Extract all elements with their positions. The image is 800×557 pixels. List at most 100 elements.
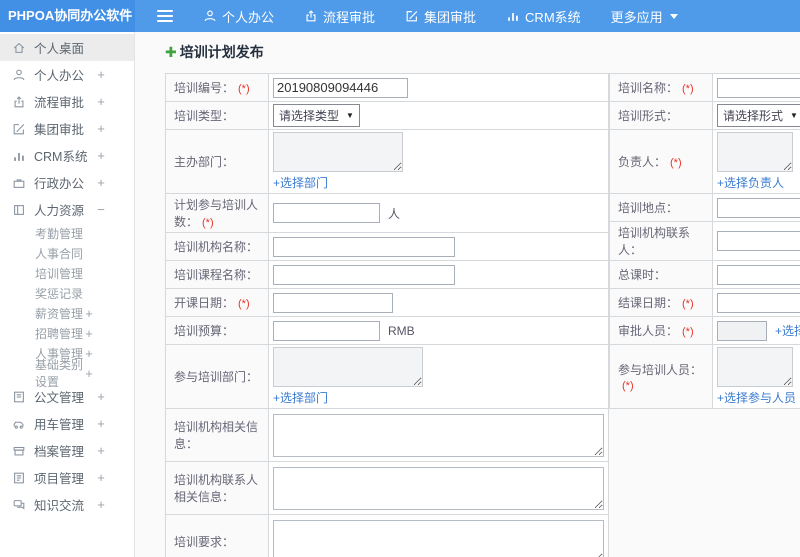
host-department-textarea[interactable] <box>273 132 403 172</box>
sidebar-item-label: 知识交流 <box>34 499 85 513</box>
expand-icon[interactable]: + <box>95 497 107 512</box>
budget-input[interactable] <box>273 320 380 341</box>
expand-icon[interactable]: + <box>95 470 107 485</box>
sidebar-item-process-approval[interactable]: 流程审批 + <box>0 88 134 115</box>
participating-departments-textarea[interactable] <box>273 347 423 387</box>
nav-more-apps[interactable]: 更多应用 <box>611 7 678 26</box>
form-table-right: 培训名称： (*) 培训形式： 请选择形式 ▼ 负责人： (*) +选择负责人 培训地… <box>609 73 800 409</box>
total-hours-input[interactable] <box>717 264 800 285</box>
top-navigation: 个人办公 流程审批 集团审批 CRM系统 更多应用 <box>173 7 678 26</box>
expand-icon[interactable]: + <box>95 148 107 163</box>
start-date-input[interactable] <box>273 292 393 313</box>
sidebar-subitem-base-category[interactable]: 基础类别设置 + <box>0 358 134 389</box>
required-mark: (*) <box>202 217 214 229</box>
planned-participants-input[interactable] <box>273 203 380 223</box>
sidebar-item-documents[interactable]: 公文管理 + <box>0 383 134 410</box>
expand-icon[interactable]: + <box>95 443 107 458</box>
crm-chart-icon <box>508 12 518 21</box>
org-contact-info-textarea[interactable] <box>273 466 604 510</box>
collapse-icon[interactable]: − <box>95 202 107 217</box>
table-row: 培训编号： (*) <box>165 73 609 102</box>
required-mark: (*) <box>682 326 694 338</box>
sidebar-item-crm[interactable]: CRM系统 + <box>0 142 134 169</box>
expand-icon[interactable]: + <box>95 94 107 109</box>
training-id-input[interactable] <box>273 77 408 98</box>
table-row: 参与培训部门： +选择部门 <box>165 344 609 409</box>
select-arrow-icon: ▼ <box>790 111 798 120</box>
select-department-link[interactable]: +选择部门 <box>273 389 604 406</box>
sidebar-item-knowledge[interactable]: 知识交流 + <box>0 491 134 518</box>
nav-crm-system[interactable]: CRM系统 <box>506 7 581 26</box>
org-name-input[interactable] <box>273 236 455 257</box>
expand-icon[interactable]: + <box>95 175 107 190</box>
required-mark: (*) <box>622 380 634 392</box>
sidebar-item-personal-office[interactable]: 个人办公 + <box>0 61 134 88</box>
expand-icon[interactable]: + <box>83 306 95 321</box>
expand-icon[interactable]: + <box>83 346 95 361</box>
expand-icon[interactable]: + <box>95 416 107 431</box>
sidebar-item-group-approval[interactable]: 集团审批 + <box>0 115 134 142</box>
hamburger-menu-icon[interactable] <box>157 7 173 25</box>
nav-item-label: 个人办公 <box>222 9 275 25</box>
user-icon <box>13 69 25 80</box>
nav-personal-office[interactable]: 个人办公 <box>203 7 274 26</box>
sidebar-subitem-label: 培训管理 <box>35 266 84 281</box>
approver-input[interactable] <box>717 320 767 341</box>
select-value: 请选择类型 <box>279 109 340 123</box>
sidebar-subitem-salary[interactable]: 薪资管理 + <box>0 303 134 323</box>
training-form-select[interactable]: 请选择形式 ▼ <box>717 104 800 127</box>
expand-icon[interactable]: + <box>83 326 95 341</box>
plus-icon: ✚ <box>165 43 177 60</box>
expand-icon[interactable]: + <box>95 67 107 82</box>
sidebar-subitem-training-management[interactable]: 培训管理 <box>0 263 134 283</box>
training-name-input[interactable] <box>717 77 800 98</box>
field-label: 培训类型： <box>174 109 235 123</box>
select-department-link[interactable]: +选择部门 <box>273 174 604 191</box>
field-label: 培训要求： <box>174 535 235 549</box>
field-label: 审批人员： <box>618 324 679 338</box>
sidebar-subitem-hr-contract[interactable]: 人事合同 <box>0 243 134 263</box>
select-value: 请选择形式 <box>723 109 784 123</box>
sidebar-item-vehicle[interactable]: 用车管理 + <box>0 410 134 437</box>
expand-icon[interactable]: + <box>95 389 107 404</box>
field-label: 参与培训部门： <box>174 370 259 384</box>
expand-icon[interactable]: + <box>83 366 95 381</box>
nav-group-approval[interactable]: 集团审批 <box>405 7 476 26</box>
field-label: 计划参与培训人数： <box>174 198 259 229</box>
sidebar-subitem-recruitment[interactable]: 招聘管理 + <box>0 323 134 343</box>
field-label: 培训地点： <box>618 201 679 215</box>
sidebar-item-personal-desktop[interactable]: 个人桌面 <box>0 34 134 61</box>
course-name-input[interactable] <box>273 264 455 285</box>
sidebar-subitem-reward-punishment[interactable]: 奖惩记录 <box>0 283 134 303</box>
field-label: 培训形式： <box>618 109 679 123</box>
leader-textarea[interactable] <box>717 132 793 172</box>
location-input[interactable] <box>717 197 800 218</box>
select-participants-link[interactable]: +选择参与人员 <box>717 389 800 406</box>
sidebar-item-label: 集团审批 <box>34 123 85 137</box>
sidebar-item-admin-office[interactable]: 行政办公 + <box>0 169 134 196</box>
sidebar-item-projects[interactable]: 项目管理 + <box>0 464 134 491</box>
sidebar-item-hr[interactable]: 人力资源 − <box>0 196 134 223</box>
table-row: 培训要求： <box>165 514 609 557</box>
org-contact-input[interactable] <box>717 231 800 251</box>
sidebar-subitem-attendance[interactable]: 考勤管理 <box>0 223 134 243</box>
sidebar-item-archives[interactable]: 档案管理 + <box>0 437 134 464</box>
table-row: 培训机构联系人相关信息： <box>165 461 609 515</box>
org-info-textarea[interactable] <box>273 413 604 457</box>
training-requirements-textarea[interactable] <box>273 520 604 557</box>
approval-flow-icon <box>14 95 24 107</box>
end-date-input[interactable] <box>717 292 800 313</box>
currency-suffix: RMB <box>388 324 415 338</box>
required-mark: (*) <box>238 298 250 310</box>
field-label: 结课日期： <box>618 296 679 310</box>
field-label: 培训机构联系人相关信息： <box>174 473 259 504</box>
expand-icon[interactable]: + <box>95 121 107 136</box>
select-approver-link[interactable]: +选择审批人员 <box>775 324 800 338</box>
select-leader-link[interactable]: +选择负责人 <box>717 174 800 191</box>
participants-textarea[interactable] <box>717 347 793 387</box>
table-row: 负责人： (*) +选择负责人 <box>609 129 800 194</box>
nav-process-approval[interactable]: 流程审批 <box>304 7 375 26</box>
table-row: 计划参与培训人数： (*) 人 <box>165 193 609 233</box>
sidebar: 个人桌面 个人办公 + 流程审批 + 集团审批 + CRM系统 + 行政办公 + <box>0 32 135 557</box>
training-type-select[interactable]: 请选择类型 ▼ <box>273 104 360 127</box>
